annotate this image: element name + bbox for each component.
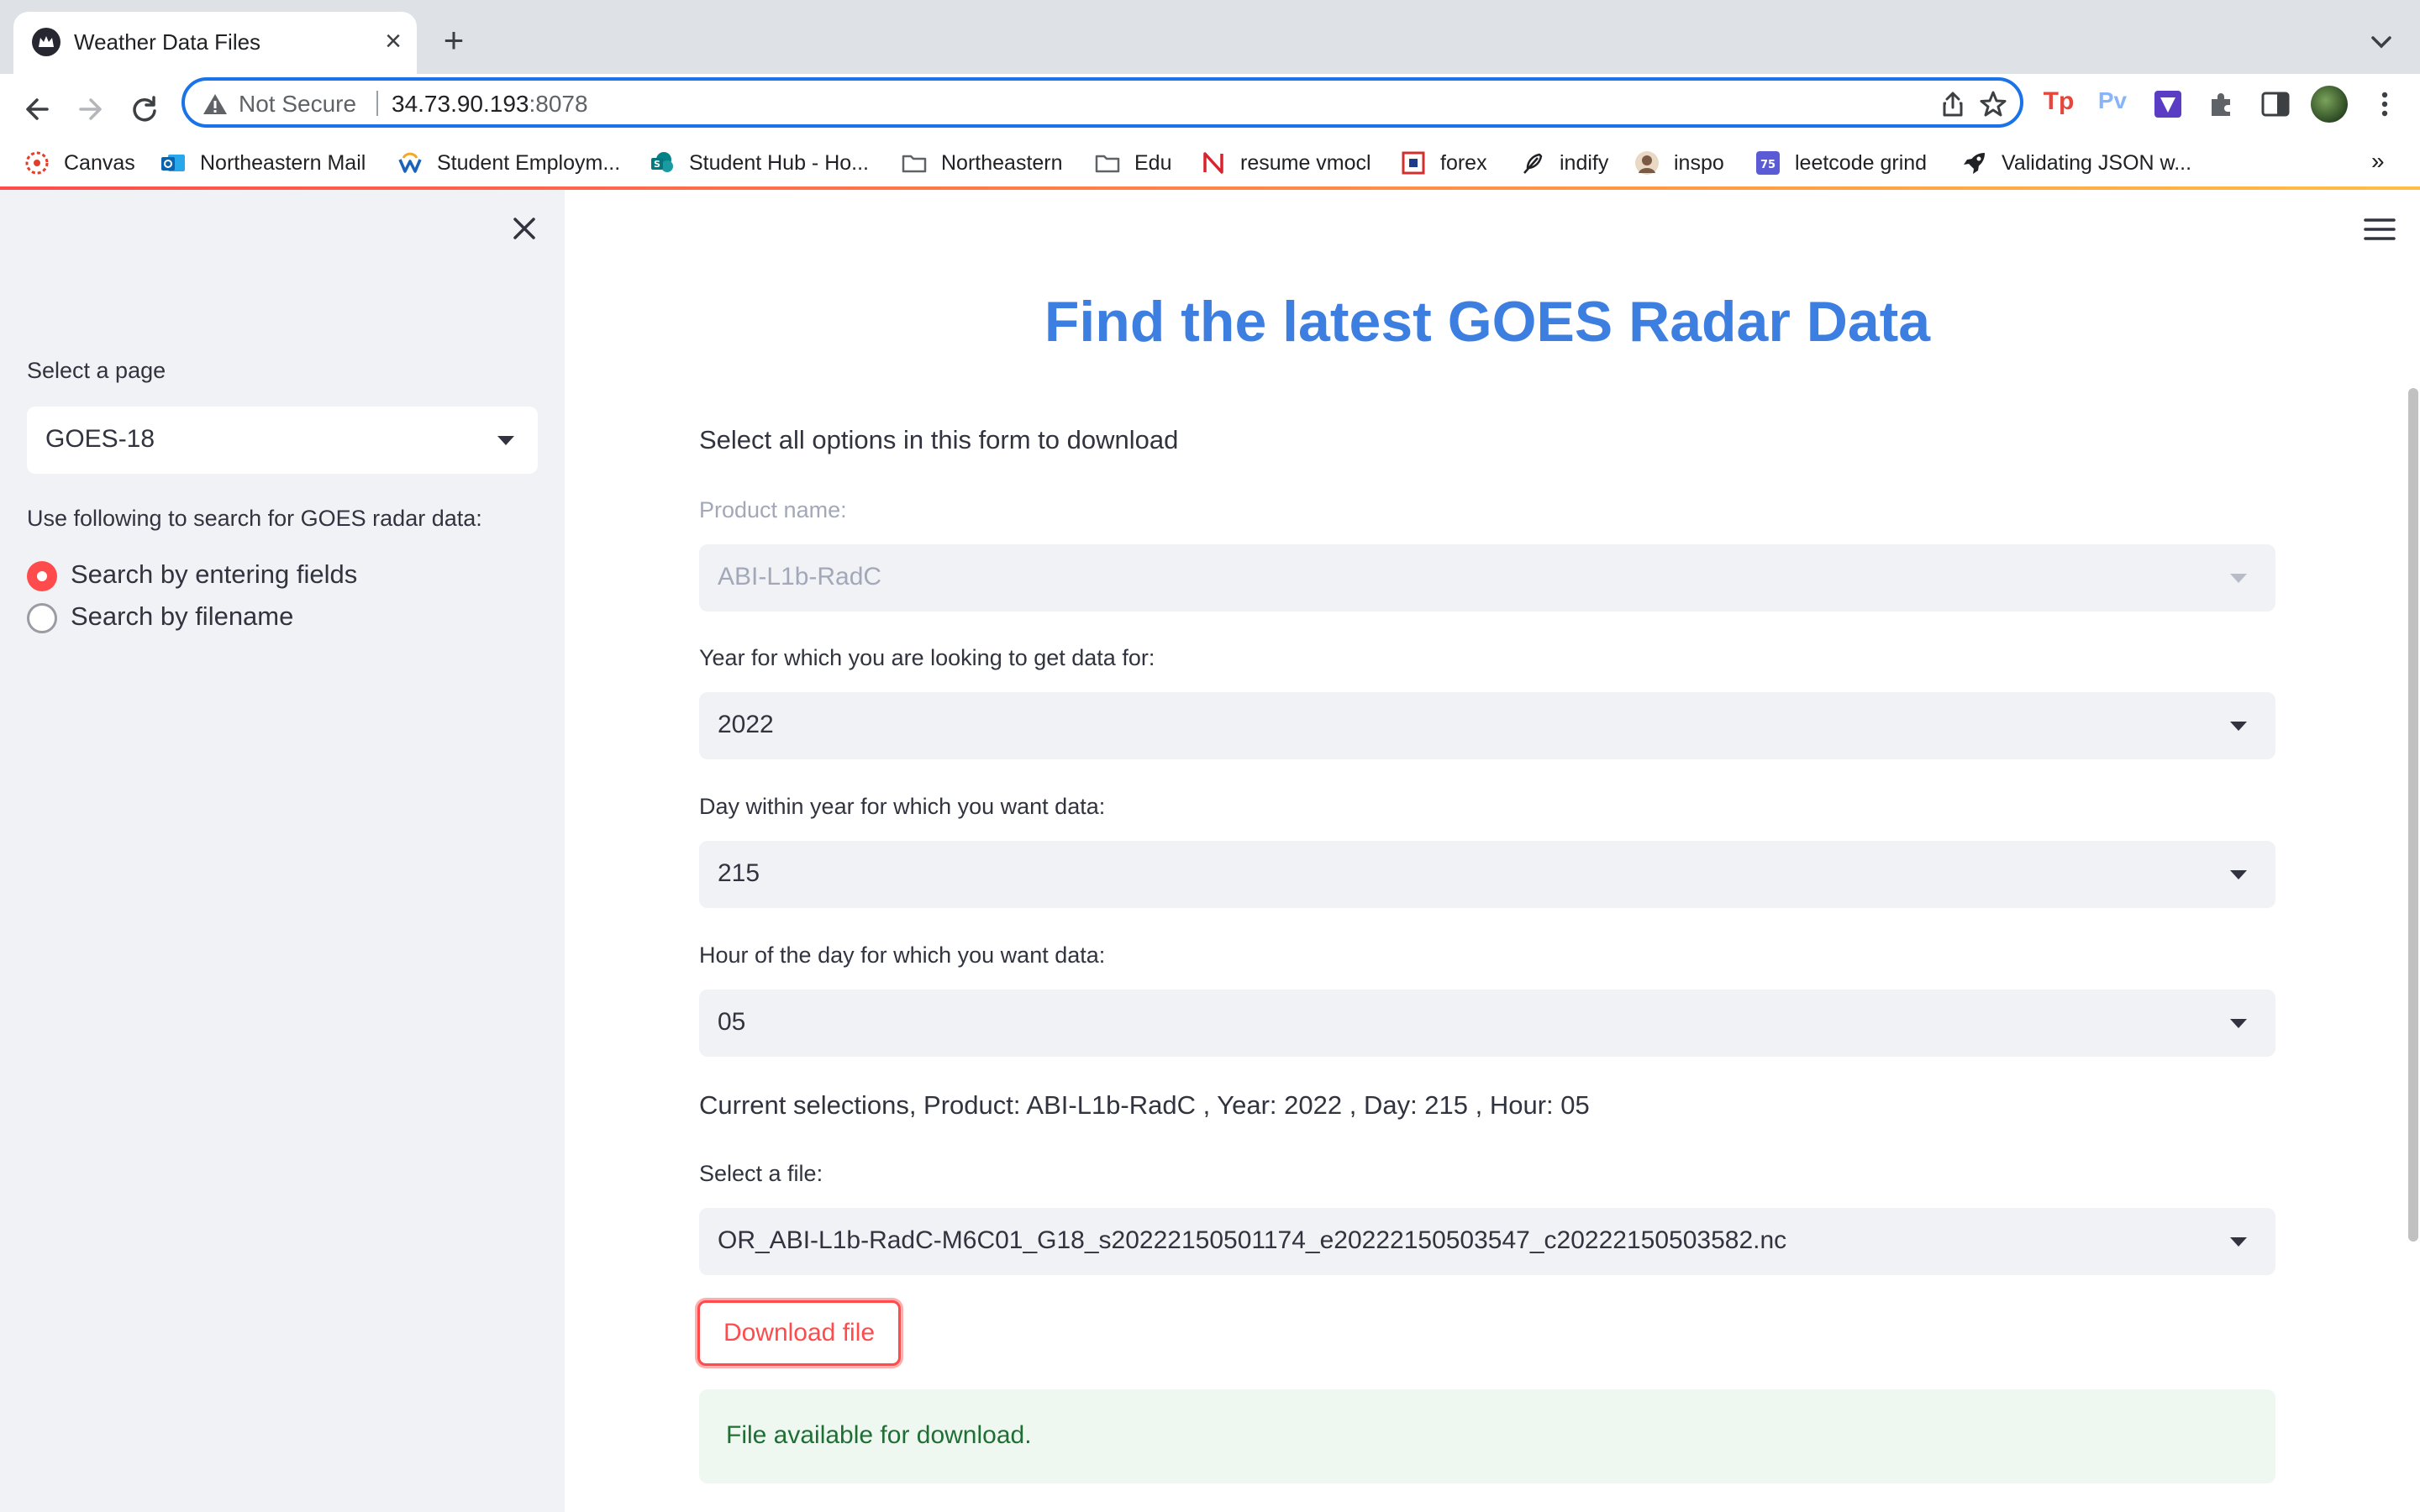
bookmark-label: inspo — [1674, 151, 1724, 175]
purple-extension-icon[interactable] — [2151, 87, 2185, 121]
outlook-icon — [161, 155, 185, 171]
bookmark-label: resume vmocl — [1240, 151, 1371, 175]
folder-icon — [1095, 155, 1120, 173]
bookmark-label: Edu — [1134, 151, 1172, 175]
success-message: File available for download. — [726, 1421, 1032, 1449]
bookmark-label: Student Employm... — [437, 151, 621, 175]
address-bar[interactable]: Not Secure 34.73.90.193:8078 — [182, 77, 2023, 128]
bookmark-label: Student Hub - Ho... — [689, 151, 870, 175]
radio-selected-indicator[interactable] — [27, 561, 57, 591]
product-name-value: ABI-L1b-RadC — [718, 563, 882, 591]
tp-extension-label: Tp — [2043, 87, 2075, 115]
url-text[interactable]: 34.73.90.193:8078 — [392, 91, 588, 118]
bookmark-label: leetcode grind — [1795, 151, 1928, 175]
hamburger-menu-icon[interactable] — [2363, 217, 2396, 242]
streamlit-crown-icon — [32, 28, 60, 56]
chevron-down-icon — [2230, 1237, 2247, 1247]
tab-search-chevron-icon[interactable] — [2363, 25, 2400, 59]
profile-avatar[interactable] — [2311, 86, 2348, 123]
feather-icon — [1523, 153, 1543, 174]
hour-select[interactable]: 05 — [699, 990, 2275, 1057]
not-secure-label[interactable]: Not Secure — [239, 91, 356, 118]
side-panel-icon[interactable] — [2259, 87, 2292, 121]
extensions-puzzle-icon[interactable] — [2205, 87, 2238, 121]
forex-icon — [1402, 151, 1425, 175]
bookmark-label: forex — [1440, 151, 1487, 175]
svg-text:S: S — [654, 159, 660, 170]
omnibox-divider — [376, 91, 378, 116]
page-select[interactable]: GOES-18 — [27, 407, 538, 474]
reload-icon[interactable] — [124, 89, 165, 129]
success-alert: File available for download. — [699, 1389, 2275, 1483]
product-name-label: Product name: — [699, 497, 847, 522]
chevron-down-icon — [497, 436, 514, 445]
bookmark-star-icon[interactable] — [1978, 89, 2008, 119]
rocket-icon — [1964, 153, 1985, 174]
new-tab-icon[interactable]: + — [435, 22, 472, 59]
bookmarks-overflow-chevron[interactable]: » — [2371, 148, 2385, 181]
calendar-badge-text: 75 — [1760, 159, 1776, 171]
bookmark-label: Northeastern — [941, 151, 1063, 175]
hour-label: Hour of the day for which you want data: — [699, 942, 1106, 968]
chevron-down-icon — [2230, 722, 2247, 731]
file-select-value: OR_ABI-L1b-RadC-M6C01_G18_s2022215050117… — [718, 1226, 1787, 1254]
bookmark-label: Validating JSON w... — [2002, 151, 2192, 175]
more-vertical-icon[interactable] — [2368, 87, 2402, 121]
day-value: 215 — [718, 859, 760, 887]
canvas-icon — [25, 151, 49, 175]
warning-triangle-icon — [203, 94, 227, 114]
radio-label: Search by filename — [71, 601, 294, 631]
tp-extension-icon[interactable]: Tp — [2042, 87, 2075, 121]
url-host: 34.73.90.193 — [392, 91, 529, 117]
back-arrow-icon[interactable] — [17, 89, 57, 129]
folder-icon — [902, 155, 927, 173]
year-value: 2022 — [718, 711, 774, 738]
form-intro-text: Select all options in this form to downl… — [699, 425, 1179, 454]
bookmark-label: indify — [1560, 151, 1609, 175]
radio-unselected-indicator[interactable] — [27, 603, 57, 633]
select-file-label: Select a file: — [699, 1161, 823, 1186]
pv-extension-label: Pv — [2097, 87, 2128, 113]
bookmarks-bar: Canvas Northeastern Mail Student Employm… — [0, 136, 2420, 192]
page-title: Find the latest GOES Radar Data — [1044, 290, 1931, 354]
browser-tab[interactable]: Weather Data Files × — [13, 12, 417, 74]
n-logo-icon — [1203, 152, 1223, 174]
day-select[interactable]: 215 — [699, 841, 2275, 908]
year-label: Year for which you are looking to get da… — [699, 645, 1155, 670]
year-select[interactable]: 2022 — [699, 692, 2275, 759]
pv-extension-icon[interactable]: Pv — [2096, 87, 2129, 121]
browser-tab-strip: Weather Data Files × + — [0, 0, 2420, 74]
chevron-down-icon — [2230, 1019, 2247, 1028]
share-icon[interactable] — [1938, 89, 1968, 119]
page-scrollbar[interactable] — [2408, 388, 2418, 1242]
radio-label: Search by entering fields — [71, 559, 358, 589]
download-file-button[interactable]: Download file — [697, 1300, 901, 1366]
calendar-75-icon: 75 — [1756, 151, 1780, 175]
hour-value: 05 — [718, 1008, 746, 1036]
sharepoint-icon: S — [651, 152, 673, 172]
workday-icon — [398, 152, 422, 173]
day-label: Day within year for which you want data: — [699, 794, 1106, 819]
bookmark-label: Northeastern Mail — [200, 151, 366, 175]
page-select-value: GOES-18 — [45, 425, 155, 453]
download-file-label: Download file — [723, 1319, 876, 1347]
product-name-select: ABI-L1b-RadC — [699, 544, 2275, 612]
browser-toolbar: Not Secure 34.73.90.193:8078 Tp Pv Canva… — [0, 74, 2420, 202]
tab-title: Weather Data Files — [74, 29, 261, 55]
chevron-down-icon — [2230, 870, 2247, 879]
avatar-icon — [1635, 151, 1659, 175]
current-selections-text: Current selections, Product: ABI-L1b-Rad… — [699, 1090, 1590, 1120]
bookmark-label: Canvas — [64, 151, 135, 175]
tab-close-icon[interactable]: × — [376, 24, 410, 58]
sidebar: Select a page GOES-18 Use following to s… — [0, 190, 565, 1512]
close-sidebar-icon[interactable] — [508, 212, 541, 245]
url-port: :8078 — [529, 91, 588, 117]
forward-arrow-icon[interactable] — [71, 89, 111, 129]
search-mode-label: Use following to search for GOES radar d… — [27, 506, 482, 531]
bookmarks-overflow-label: » — [2371, 148, 2385, 174]
select-page-label: Select a page — [27, 358, 166, 383]
chevron-down-icon — [2230, 574, 2247, 583]
file-select[interactable]: OR_ABI-L1b-RadC-M6C01_G18_s2022215050117… — [699, 1208, 2275, 1275]
